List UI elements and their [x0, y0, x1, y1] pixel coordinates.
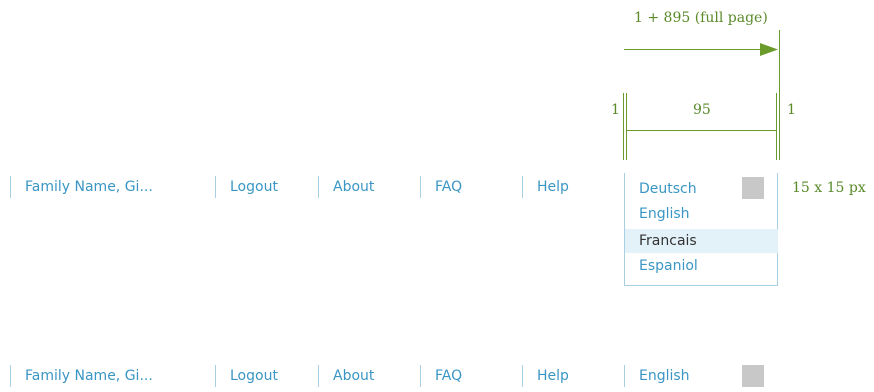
full-page-label: 1 + 895 (full page): [634, 10, 768, 26]
nav-about-label[interactable]: About: [333, 368, 374, 384]
dropdown-toggle-square[interactable]: [742, 177, 764, 199]
nav-item-user[interactable]: Family Name, Gi...: [10, 176, 153, 198]
language-option-espaniol[interactable]: Espaniol: [625, 254, 778, 278]
full-page-arrow-line: [624, 49, 774, 50]
right-border-label: 1: [787, 102, 796, 118]
nav-help-label[interactable]: Help: [537, 179, 569, 195]
nav-item-faq[interactable]: FAQ: [420, 365, 462, 387]
nav-item-logout[interactable]: Logout: [215, 176, 278, 198]
dropdown-toggle-square[interactable]: [742, 365, 764, 387]
nav-faq-label[interactable]: FAQ: [435, 368, 462, 384]
left-measure-line-b: [626, 93, 627, 160]
nav-item-user[interactable]: Family Name, Gi...: [10, 365, 153, 387]
nav-item-help[interactable]: Help: [522, 365, 569, 387]
nav-item-help[interactable]: Help: [522, 176, 569, 198]
nav-user-label[interactable]: Family Name, Gi...: [25, 368, 153, 384]
nav-help-label[interactable]: Help: [537, 368, 569, 384]
arrow-head-icon: [760, 43, 778, 56]
language-option-francais[interactable]: Francais: [625, 229, 778, 253]
nav-item-about[interactable]: About: [318, 176, 374, 198]
language-selector[interactable]: English: [624, 365, 690, 387]
nav-item-logout[interactable]: Logout: [215, 365, 278, 387]
nav-bar-collapsed: Family Name, Gi... Logout About FAQ Help…: [0, 362, 874, 392]
nav-logout-label[interactable]: Logout: [230, 368, 278, 384]
inner-width-label: 95: [693, 102, 711, 118]
nav-item-about[interactable]: About: [318, 365, 374, 387]
nav-logout-label[interactable]: Logout: [230, 179, 278, 195]
nav-about-label[interactable]: About: [333, 179, 374, 195]
selected-language-label[interactable]: English: [639, 368, 690, 384]
right-measure-line-b: [779, 93, 780, 160]
left-measure-line-a: [623, 93, 624, 160]
nav-item-faq[interactable]: FAQ: [420, 176, 462, 198]
nav-user-label[interactable]: Family Name, Gi...: [25, 179, 153, 195]
right-measure-line-a: [776, 93, 777, 160]
nav-faq-label[interactable]: FAQ: [435, 179, 462, 195]
width-measure-line: [626, 130, 776, 131]
language-option-english[interactable]: English: [625, 202, 778, 226]
left-border-label: 1: [611, 102, 620, 118]
